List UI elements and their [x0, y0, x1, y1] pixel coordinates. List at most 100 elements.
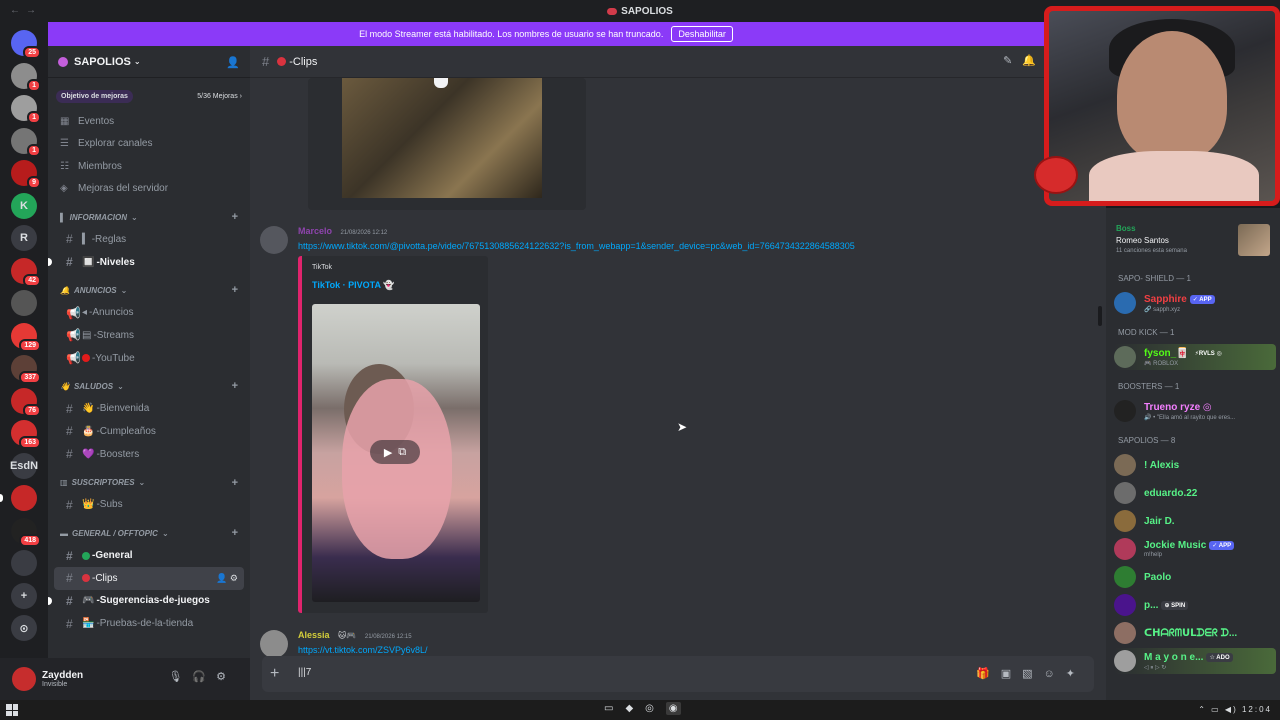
- gift-icon[interactable]: 🎁: [976, 668, 1001, 680]
- server-icon[interactable]: 418: [11, 517, 41, 547]
- create-channel-plus-icon[interactable]: +: [232, 477, 238, 489]
- gif-picker-icon[interactable]: |||7: [298, 667, 311, 678]
- server-icon[interactable]: 25: [11, 30, 41, 59]
- discord-icon[interactable]: ◉: [665, 702, 681, 715]
- member-item[interactable]: Paolo: [1114, 564, 1276, 590]
- channel-item[interactable]: 📢 -YouTube: [54, 347, 244, 370]
- previous-video-embed[interactable]: [308, 78, 586, 210]
- member-item[interactable]: Sapphire ✓ APP 🔗 sapph.xyz: [1114, 290, 1276, 316]
- sticker-icon[interactable]: ▧: [1022, 668, 1043, 680]
- server-icon[interactable]: [0, 485, 37, 511]
- server-icon[interactable]: [11, 290, 37, 316]
- channel-category[interactable]: ▥ SUSCRIPTORES ⌄ +: [48, 472, 250, 494]
- server-header[interactable]: SAPOLIOS ⌄ 👤: [48, 46, 250, 78]
- create-channel-plus-icon[interactable]: +: [232, 284, 238, 296]
- nav-browse-channels[interactable]: ☰ Explorar canales: [48, 133, 250, 156]
- gear-icon[interactable]: ⚙: [230, 573, 238, 583]
- server-icon[interactable]: K: [11, 192, 37, 219]
- emoji-icon[interactable]: ☺: [1044, 668, 1066, 680]
- channel-item[interactable]: # 🔲 -Niveles: [48, 251, 244, 274]
- bell-icon[interactable]: 🔔: [1022, 55, 1046, 67]
- gear-icon[interactable]: ⚙: [216, 671, 236, 683]
- scrollbar[interactable]: [1098, 306, 1102, 326]
- server-icon[interactable]: EsdN: [10, 452, 38, 479]
- member-item[interactable]: p... ⊕ SPIN: [1114, 592, 1276, 618]
- channel-category[interactable]: ▬ GENERAL / OFFTOPIC ⌄ +: [48, 522, 250, 544]
- channel-item[interactable]: # 🏪 -Pruebas-de-la-tienda: [54, 612, 244, 635]
- avatar[interactable]: [260, 630, 288, 658]
- server-icon[interactable]: ⊙: [11, 615, 37, 641]
- nav-members[interactable]: ☷ Miembros: [48, 155, 250, 178]
- channel-item[interactable]: 📢 ◂ -Anuncios: [54, 301, 244, 324]
- channel-item[interactable]: # ▍ -Reglas: [54, 228, 244, 251]
- invite-icon[interactable]: 👤: [216, 573, 230, 583]
- channel-item[interactable]: # 🎂 -Cumpleaños: [54, 420, 244, 443]
- invite-people-icon[interactable]: 👤: [226, 56, 240, 69]
- play-icon[interactable]: [434, 78, 448, 88]
- member-item[interactable]: Jockie Music ✓ APP m!help: [1114, 536, 1276, 562]
- member-item[interactable]: Trueno ryze ◎ 🔊 • "Ella amó al rayito que…: [1114, 398, 1276, 424]
- tray-icons[interactable]: ⌃ ▭ ◀): [1198, 705, 1238, 714]
- headphones-icon[interactable]: 🎧: [192, 671, 216, 683]
- open-external-icon[interactable]: ⧉: [398, 446, 406, 459]
- channel-item[interactable]: # -General: [54, 544, 244, 567]
- now-playing[interactable]: Boss Romeo Santos 11 canciones esta sema…: [1116, 224, 1274, 262]
- play-icon[interactable]: ▶: [384, 446, 392, 459]
- nav-calendar[interactable]: ▦ Eventos: [48, 110, 250, 133]
- channel-category[interactable]: 👋 SALUDOS ⌄ +: [48, 375, 250, 397]
- channel-item[interactable]: # 💜 -Boosters: [54, 443, 244, 466]
- message-author[interactable]: Alessia: [298, 630, 330, 640]
- channel-item[interactable]: 📢 ▤ -Streams: [54, 324, 244, 347]
- server-icon[interactable]: 1: [11, 127, 41, 157]
- create-channel-plus-icon[interactable]: +: [232, 527, 238, 539]
- server-icon[interactable]: [11, 550, 37, 576]
- folder-icon[interactable]: ▭: [604, 703, 625, 714]
- embed-video-thumbnail[interactable]: ▶ ⧉: [312, 304, 480, 602]
- embed-title[interactable]: TikTok · PIVOTA 👻: [312, 280, 394, 291]
- nav-boost[interactable]: ◈ Mejoras del servidor: [48, 178, 250, 201]
- member-item[interactable]: M a y o n e... ☆ ADO ◁ ⏸ ▷ ↻: [1114, 648, 1276, 674]
- channel-category[interactable]: 🔔 ANUNCIOS ⌄ +: [48, 279, 250, 301]
- server-icon[interactable]: 163: [11, 420, 41, 449]
- member-item[interactable]: ! Alexis: [1114, 452, 1276, 478]
- channel-item[interactable]: # -Clips 👤 ⚙: [54, 566, 244, 590]
- channel-category[interactable]: ▌ INFORMACION ⌄ +: [48, 206, 250, 228]
- brave-icon[interactable]: ◆: [625, 703, 645, 714]
- create-channel-plus-icon[interactable]: +: [232, 380, 238, 392]
- server-icon[interactable]: 1: [11, 62, 41, 92]
- windows-start-icon[interactable]: [6, 704, 18, 716]
- member-item[interactable]: eduardo.22: [1114, 480, 1276, 506]
- server-icon[interactable]: 1: [11, 95, 41, 124]
- channel-item[interactable]: # 👋 -Bienvenida: [54, 397, 244, 420]
- attach-plus-icon[interactable]: +: [270, 665, 279, 683]
- server-icon[interactable]: +: [11, 582, 37, 609]
- message-link[interactable]: https://www.tiktok.com/@pivotta.pe/video…: [298, 241, 855, 251]
- channel-item[interactable]: # 👑 -Subs: [54, 494, 244, 517]
- server-icon[interactable]: 76: [11, 387, 41, 417]
- message-author[interactable]: Marcelo: [298, 226, 332, 236]
- avatar: [1114, 482, 1136, 504]
- avatar[interactable]: [12, 667, 36, 691]
- channel-item[interactable]: # 🎮 -Sugerencias-de-juegos: [48, 590, 244, 613]
- apps-icon[interactable]: ✦: [1066, 668, 1086, 680]
- video-controls[interactable]: ▶ ⧉: [370, 440, 420, 464]
- member-activity: 🔊 • "Ella amó al rayito que eres...: [1144, 415, 1236, 421]
- member-item[interactable]: Jair D.: [1114, 508, 1276, 534]
- member-item[interactable]: fyson_🀄 ⚡RVLS ◎ 🎮 ROBLOX: [1114, 344, 1276, 370]
- server-icon[interactable]: 337: [11, 355, 41, 384]
- create-channel-plus-icon[interactable]: +: [232, 211, 238, 223]
- message-link[interactable]: https://vt.tiktok.com/ZSVPy6v8L/: [298, 645, 428, 655]
- server-icon[interactable]: 129: [11, 322, 41, 352]
- boost-goal[interactable]: Objetivo de mejoras 5/36 Mejoras ›: [56, 88, 242, 104]
- member-item[interactable]: ᑕᕼᗩᖇᗰᑌᒪᗪᗴᖇ ᗪ...: [1114, 620, 1276, 646]
- server-icon[interactable]: 42: [11, 257, 41, 287]
- gif-icon[interactable]: ▣: [1001, 668, 1022, 680]
- disable-streamer-button[interactable]: Deshabilitar: [671, 26, 733, 42]
- server-icon[interactable]: R: [11, 225, 37, 251]
- avatar[interactable]: [260, 226, 288, 254]
- obs-icon[interactable]: ◎: [645, 703, 666, 714]
- message-composer[interactable]: + |||7 🎁▣▧☺✦: [262, 656, 1094, 692]
- server-icon[interactable]: 9: [11, 160, 41, 189]
- threads-icon[interactable]: ✎: [1003, 55, 1022, 67]
- microphone-icon[interactable]: 🎙: [168, 671, 192, 683]
